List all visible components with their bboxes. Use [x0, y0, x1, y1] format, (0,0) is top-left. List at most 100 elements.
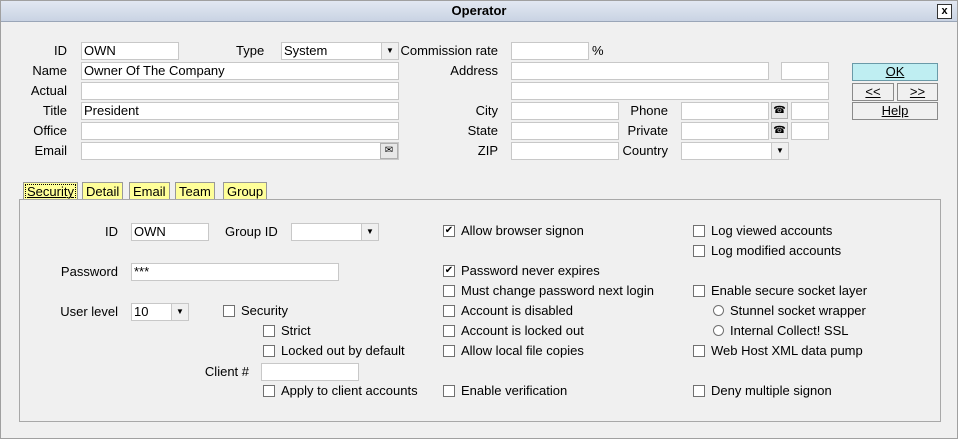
name-label: Name: [32, 63, 67, 78]
actual-field[interactable]: [81, 82, 399, 100]
radio-circle[interactable]: [713, 305, 724, 317]
country-select[interactable]: ▼: [681, 142, 789, 160]
checkbox-label: Security: [241, 303, 288, 318]
checkbox-label: Must change password next login: [461, 283, 654, 298]
log-viewed-checkbox[interactable]: Log viewed accounts: [693, 222, 832, 240]
checkbox-label: Allow browser signon: [461, 223, 584, 238]
office-field[interactable]: [81, 122, 399, 140]
private-ext-field[interactable]: [791, 122, 829, 140]
checkbox-label: Enable verification: [461, 383, 568, 398]
address-line2-field[interactable]: [511, 82, 829, 100]
checkbox-box[interactable]: [443, 384, 455, 397]
city-label: City: [475, 103, 498, 118]
locked-default-checkbox[interactable]: Locked out by default: [263, 342, 405, 360]
checkbox-box[interactable]: [693, 384, 705, 397]
checkbox-box[interactable]: [443, 304, 455, 317]
group-id-select[interactable]: ▼: [291, 223, 379, 241]
send-email-icon[interactable]: ✉: [380, 143, 398, 159]
checkbox-box[interactable]: [443, 284, 455, 297]
tab-team[interactable]: Team: [175, 182, 215, 200]
help-button[interactable]: Help: [852, 102, 938, 120]
address-line1-extra-field[interactable]: [781, 62, 829, 80]
checkbox-label: Log viewed accounts: [711, 223, 833, 238]
checkbox-box[interactable]: ✔: [443, 224, 455, 237]
ok-button[interactable]: OK: [852, 63, 938, 81]
checkbox-box[interactable]: [263, 324, 275, 337]
checkbox-label: Strict: [281, 323, 311, 338]
tab-email[interactable]: Email: [129, 182, 170, 200]
private-label: Private: [627, 123, 668, 138]
password-label: Password: [60, 264, 118, 279]
log-modified-checkbox[interactable]: Log modified accounts: [693, 242, 841, 260]
tab-group[interactable]: Group: [223, 182, 268, 200]
checkbox-box[interactable]: [263, 344, 275, 357]
pw-never-expires-checkbox[interactable]: ✔ Password never expires: [443, 262, 600, 280]
checkbox-box[interactable]: [443, 324, 455, 337]
name-field[interactable]: Owner Of The Company: [81, 62, 399, 80]
verification-checkbox[interactable]: Enable verification: [443, 382, 567, 400]
prev-button[interactable]: <<: [852, 83, 894, 101]
phone-ext-field[interactable]: [791, 102, 829, 120]
title-field[interactable]: President: [81, 102, 399, 120]
apply-client-checkbox[interactable]: Apply to client accounts: [263, 382, 418, 400]
tab-detail[interactable]: Detail: [82, 182, 124, 200]
client-label: Client #: [204, 364, 249, 379]
group-id-label: Group ID: [225, 224, 278, 239]
zip-label: ZIP: [477, 143, 498, 158]
tab-security[interactable]: Security: [23, 182, 78, 200]
allow-browser-checkbox[interactable]: ✔ Allow browser signon: [443, 222, 584, 240]
checkbox-box[interactable]: [223, 304, 235, 317]
client-field[interactable]: [261, 363, 359, 381]
chevron-down-icon[interactable]: ▼: [381, 43, 398, 59]
title-label: Title: [42, 103, 67, 118]
address-line1-field[interactable]: [511, 62, 769, 80]
password-field[interactable]: ***: [131, 263, 339, 281]
must-change-checkbox[interactable]: Must change password next login: [443, 282, 654, 300]
phone-dial-icon[interactable]: ☎: [771, 102, 788, 119]
private-field[interactable]: [681, 122, 769, 140]
email-field[interactable]: ✉: [81, 142, 399, 160]
radio-label: Internal Collect! SSL: [730, 323, 849, 338]
user-level-value: 10: [134, 304, 149, 319]
disabled-checkbox[interactable]: Account is disabled: [443, 302, 573, 320]
checkbox-label: Account is locked out: [461, 323, 584, 338]
title-bar: Operator x: [1, 1, 957, 22]
private-dial-icon[interactable]: ☎: [771, 122, 788, 139]
checkbox-box[interactable]: ✔: [443, 264, 455, 277]
locked-out-checkbox[interactable]: Account is locked out: [443, 322, 584, 340]
security-checkbox[interactable]: Security: [223, 302, 288, 320]
close-button[interactable]: x: [937, 4, 952, 19]
radio-label: Stunnel socket wrapper: [730, 303, 866, 318]
chevron-down-icon[interactable]: ▼: [361, 224, 378, 240]
checkbox-box[interactable]: [693, 224, 705, 237]
checkbox-box[interactable]: [693, 244, 705, 257]
type-select[interactable]: System ▼: [281, 42, 399, 60]
checkbox-box[interactable]: [693, 284, 705, 297]
user-level-select[interactable]: 10 ▼: [131, 303, 189, 321]
ssl-checkbox[interactable]: Enable secure socket layer: [693, 282, 867, 300]
id-field[interactable]: OWN: [81, 42, 179, 60]
phone-field[interactable]: [681, 102, 769, 120]
chevron-down-icon[interactable]: ▼: [171, 304, 188, 320]
radio-circle[interactable]: [713, 325, 724, 337]
internal-ssl-radio[interactable]: Internal Collect! SSL: [713, 322, 849, 340]
state-field[interactable]: [511, 122, 619, 140]
user-level-label: User level: [60, 304, 118, 319]
deny-multi-checkbox[interactable]: Deny multiple signon: [693, 382, 832, 400]
checkbox-box[interactable]: [263, 384, 275, 397]
type-label: Type: [236, 43, 265, 58]
checkbox-box[interactable]: [443, 344, 455, 357]
chevron-down-icon[interactable]: ▼: [771, 143, 788, 159]
stunnel-radio[interactable]: Stunnel socket wrapper: [713, 302, 866, 320]
strict-checkbox[interactable]: Strict: [263, 322, 311, 340]
checkbox-label: Account is disabled: [461, 303, 574, 318]
next-button[interactable]: >>: [897, 83, 938, 101]
local-copies-checkbox[interactable]: Allow local file copies: [443, 342, 584, 360]
city-field[interactable]: [511, 102, 619, 120]
checkbox-box[interactable]: [693, 344, 705, 357]
zip-field[interactable]: [511, 142, 619, 160]
checkbox-label: Password never expires: [461, 263, 600, 278]
xml-pump-checkbox[interactable]: Web Host XML data pump: [693, 342, 863, 360]
commission-field[interactable]: [511, 42, 589, 60]
sec-id-field[interactable]: OWN: [131, 223, 209, 241]
